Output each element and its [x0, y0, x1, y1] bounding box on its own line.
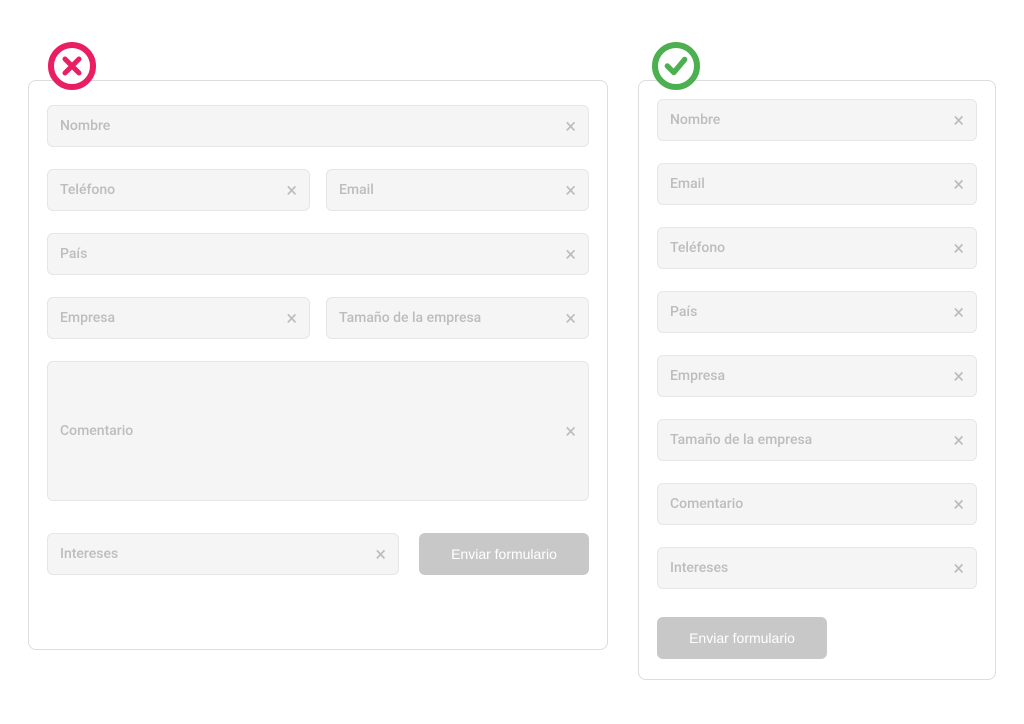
good-example-badge — [652, 42, 700, 90]
intereses-label: Intereses — [670, 560, 953, 576]
telefono-field[interactable]: Teléfono × — [657, 227, 977, 269]
telefono-label: Teléfono — [60, 182, 286, 198]
clear-icon[interactable]: × — [953, 302, 964, 322]
telefono-field[interactable]: Teléfono × — [47, 169, 310, 211]
form-panel-bad: Nombre × Teléfono × Email × País × Empre… — [28, 80, 608, 650]
comentario-field[interactable]: Comentario × — [47, 361, 589, 501]
tamano-empresa-label: Tamaño de la empresa — [670, 432, 953, 448]
clear-icon[interactable]: × — [565, 180, 576, 200]
intereses-label: Intereses — [60, 546, 375, 562]
email-field[interactable]: Email × — [326, 169, 589, 211]
comentario-label: Comentario — [670, 496, 953, 512]
tamano-empresa-field[interactable]: Tamaño de la empresa × — [326, 297, 589, 339]
clear-icon[interactable]: × — [953, 366, 964, 386]
telefono-label: Teléfono — [670, 240, 953, 256]
nombre-label: Nombre — [670, 112, 953, 128]
clear-icon[interactable]: × — [375, 544, 386, 564]
x-icon — [60, 54, 84, 78]
pais-field[interactable]: País × — [47, 233, 589, 275]
empresa-label: Empresa — [670, 368, 953, 384]
clear-icon[interactable]: × — [953, 238, 964, 258]
email-label: Email — [339, 182, 565, 198]
email-label: Email — [670, 176, 953, 192]
comentario-field[interactable]: Comentario × — [657, 483, 977, 525]
clear-icon[interactable]: × — [953, 110, 964, 130]
check-icon — [663, 53, 689, 79]
pais-field[interactable]: País × — [657, 291, 977, 333]
clear-icon[interactable]: × — [565, 421, 576, 441]
intereses-field[interactable]: Intereses × — [657, 547, 977, 589]
clear-icon[interactable]: × — [565, 308, 576, 328]
tamano-empresa-label: Tamaño de la empresa — [339, 310, 565, 326]
clear-icon[interactable]: × — [953, 174, 964, 194]
intereses-field[interactable]: Intereses × — [47, 533, 399, 575]
pais-label: País — [670, 304, 953, 320]
submit-button[interactable]: Enviar formulario — [419, 533, 589, 575]
empresa-field[interactable]: Empresa × — [47, 297, 310, 339]
clear-icon[interactable]: × — [953, 558, 964, 578]
email-field[interactable]: Email × — [657, 163, 977, 205]
clear-icon[interactable]: × — [953, 430, 964, 450]
nombre-field[interactable]: Nombre × — [657, 99, 977, 141]
bad-example-badge — [48, 42, 96, 90]
empresa-field[interactable]: Empresa × — [657, 355, 977, 397]
tamano-empresa-field[interactable]: Tamaño de la empresa × — [657, 419, 977, 461]
nombre-field[interactable]: Nombre × — [47, 105, 589, 147]
clear-icon[interactable]: × — [565, 244, 576, 264]
clear-icon[interactable]: × — [286, 308, 297, 328]
clear-icon[interactable]: × — [953, 494, 964, 514]
empresa-label: Empresa — [60, 310, 286, 326]
nombre-label: Nombre — [60, 118, 565, 134]
clear-icon[interactable]: × — [286, 180, 297, 200]
comentario-label: Comentario — [60, 423, 565, 439]
submit-button[interactable]: Enviar formulario — [657, 617, 827, 659]
pais-label: País — [60, 246, 565, 262]
clear-icon[interactable]: × — [565, 116, 576, 136]
form-panel-good: Nombre × Email × Teléfono × País × Empre… — [638, 80, 996, 680]
